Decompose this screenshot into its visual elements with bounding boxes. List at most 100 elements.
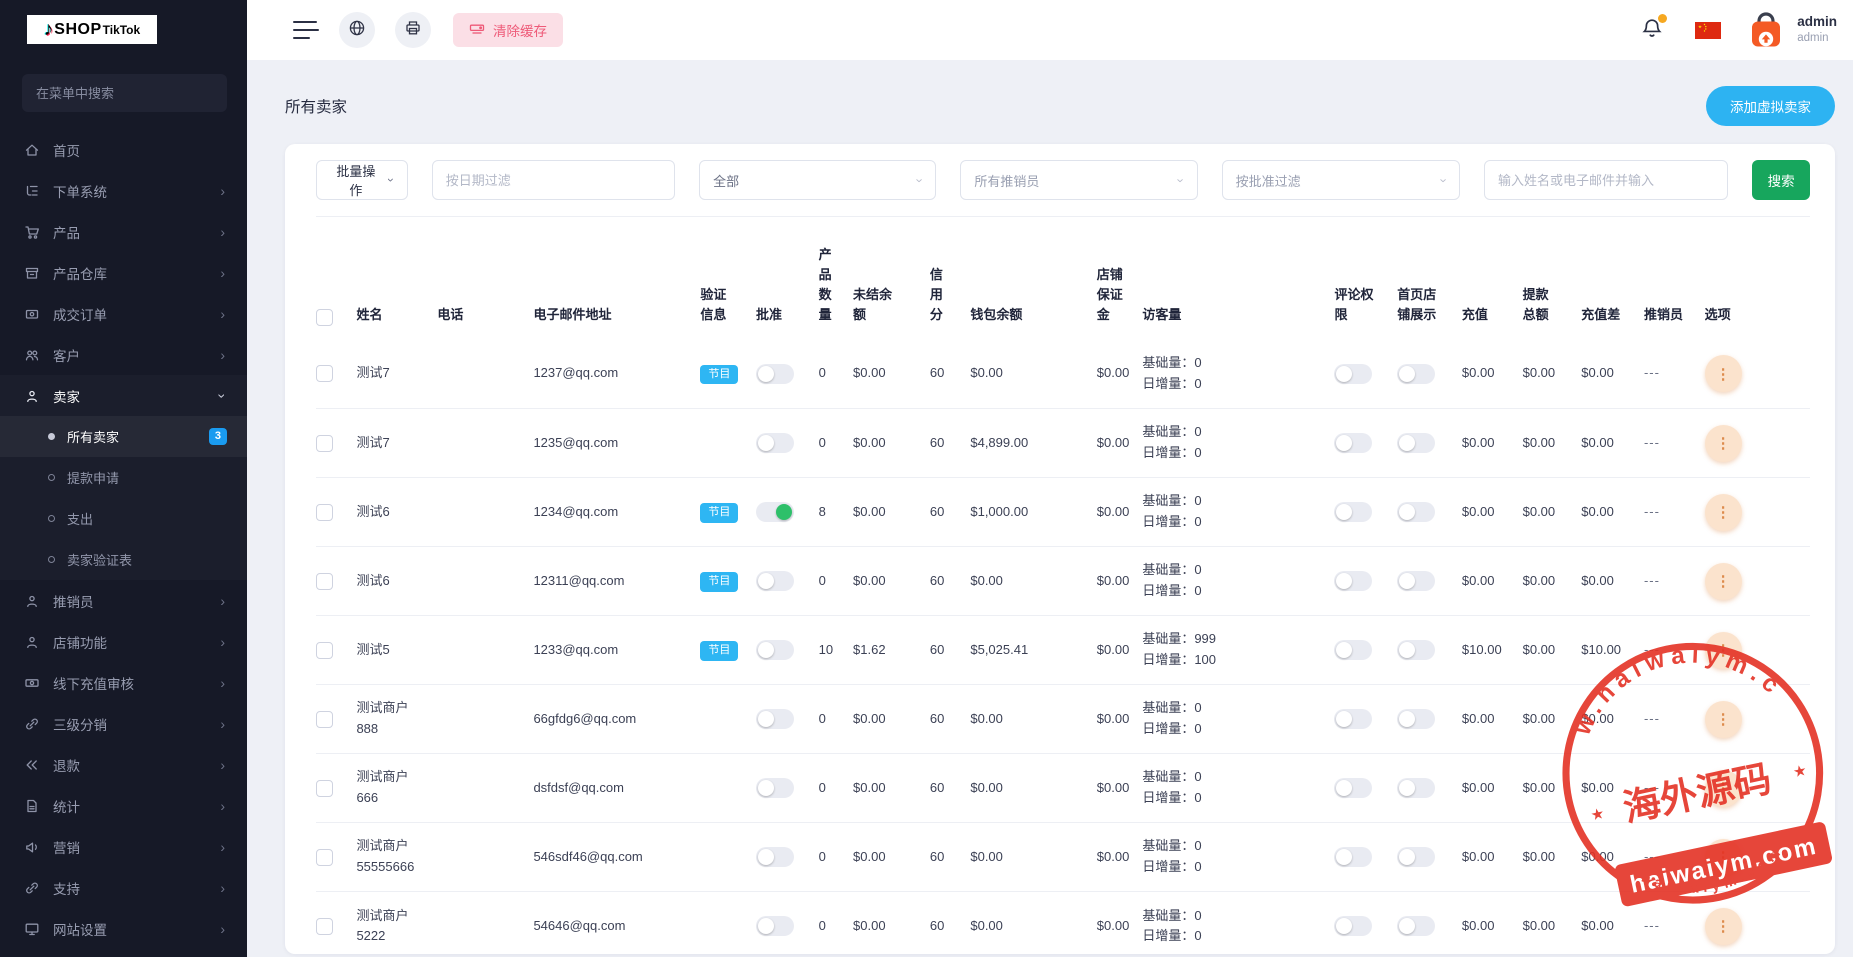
row-checkbox[interactable] xyxy=(316,365,333,382)
bulk-actions-dropdown[interactable]: 批量操作 › xyxy=(316,160,408,200)
row-options-button[interactable]: ⋮ xyxy=(1705,908,1742,945)
homepage-display-toggle[interactable] xyxy=(1397,571,1435,591)
row-options-button[interactable]: ⋮ xyxy=(1705,632,1742,669)
row-checkbox[interactable] xyxy=(316,918,333,935)
sidebar-item-support[interactable]: 支持› xyxy=(0,867,247,908)
row-options-button[interactable]: ⋮ xyxy=(1705,701,1742,738)
add-virtual-seller-button[interactable]: 添加虚拟卖家 xyxy=(1706,86,1835,126)
homepage-display-toggle[interactable] xyxy=(1397,847,1435,867)
review-permission-toggle[interactable] xyxy=(1334,502,1372,522)
product-count-cell: 0 xyxy=(819,340,853,409)
homepage-display-toggle[interactable] xyxy=(1397,502,1435,522)
sidebar-item-order-system[interactable]: 下单系统› xyxy=(0,170,247,211)
sidebar-item-offline-recharge[interactable]: 线下充值审核› xyxy=(0,662,247,703)
name-email-search-input[interactable] xyxy=(1484,160,1728,200)
sidebar-item-marketing[interactable]: 营销› xyxy=(0,826,247,867)
avatar[interactable] xyxy=(1745,9,1787,51)
approval-filter-select[interactable]: 按批准过滤 › xyxy=(1222,160,1460,200)
homepage-display-toggle[interactable] xyxy=(1397,433,1435,453)
row-options-button[interactable]: ⋮ xyxy=(1705,425,1742,462)
row-checkbox[interactable] xyxy=(316,780,333,797)
review-permission-toggle[interactable] xyxy=(1334,640,1372,660)
language-globe-button[interactable] xyxy=(339,12,375,48)
review-permission-toggle[interactable] xyxy=(1334,571,1372,591)
monitor-icon xyxy=(24,921,40,937)
orders-icon xyxy=(24,306,40,322)
approve-toggle[interactable] xyxy=(756,502,794,522)
row-checkbox[interactable] xyxy=(316,711,333,728)
options-cell: ⋮ xyxy=(1705,685,1810,754)
row-checkbox[interactable] xyxy=(316,504,333,521)
recharge-diff-cell: $0.00 xyxy=(1581,754,1644,823)
brand-logo[interactable]: ♪ SHOP TikTok xyxy=(27,15,157,44)
link-icon xyxy=(24,716,40,732)
sidebar-item-site-settings[interactable]: 网站设置› xyxy=(0,908,247,949)
review-permission-toggle[interactable] xyxy=(1334,433,1372,453)
sidebar-item-product[interactable]: 产品› xyxy=(0,211,247,252)
user-menu[interactable]: admin admin xyxy=(1797,14,1837,45)
print-button[interactable] xyxy=(395,12,431,48)
search-button[interactable]: 搜索 xyxy=(1752,160,1810,200)
select-all-checkbox[interactable] xyxy=(316,309,333,326)
approve-toggle[interactable] xyxy=(756,433,794,453)
review-permission-toggle[interactable] xyxy=(1334,916,1372,936)
approve-toggle[interactable] xyxy=(756,847,794,867)
row-options-button[interactable]: ⋮ xyxy=(1705,563,1742,600)
recharge-cell: $0.00 xyxy=(1462,547,1523,616)
notifications-button[interactable] xyxy=(1641,17,1663,44)
name-cell: 测试6 xyxy=(356,547,437,616)
sidebar-item-home[interactable]: 首页 xyxy=(0,129,247,170)
outstanding-balance-cell: $0.00 xyxy=(853,754,930,823)
notification-dot xyxy=(1658,14,1667,23)
wallet-balance-cell: $0.00 xyxy=(970,685,1096,754)
approve-toggle[interactable] xyxy=(756,778,794,798)
row-options-button[interactable]: ⋮ xyxy=(1705,770,1742,807)
column-header xyxy=(316,217,356,340)
sidebar-subitem-withdraw-requests[interactable]: 提款申请 xyxy=(0,457,247,498)
review-permission-toggle[interactable] xyxy=(1334,709,1372,729)
column-header: 充值差 xyxy=(1581,217,1644,340)
homepage-display-toggle[interactable] xyxy=(1397,709,1435,729)
sidebar-subitem-all-sellers[interactable]: 所有卖家3 xyxy=(0,416,247,457)
homepage-display-toggle[interactable] xyxy=(1397,364,1435,384)
row-options-button[interactable]: ⋮ xyxy=(1705,494,1742,531)
menu-toggle-icon[interactable] xyxy=(293,21,319,39)
date-filter-input[interactable] xyxy=(432,160,675,200)
review-permission-toggle[interactable] xyxy=(1334,847,1372,867)
china-flag-icon[interactable] xyxy=(1695,22,1721,39)
sidebar-subitem-seller-verification[interactable]: 卖家验证表 xyxy=(0,539,247,580)
sidebar-item-salesmen[interactable]: 推销员› xyxy=(0,580,247,621)
menu-search-input[interactable] xyxy=(22,74,227,112)
salesman-select[interactable]: 所有推销员 › xyxy=(960,160,1197,200)
review-permission-toggle[interactable] xyxy=(1334,778,1372,798)
approve-toggle[interactable] xyxy=(756,364,794,384)
approve-toggle[interactable] xyxy=(756,571,794,591)
approve-toggle[interactable] xyxy=(756,916,794,936)
user-name: admin xyxy=(1797,14,1837,31)
sidebar-subitem-expenses[interactable]: 支出 xyxy=(0,498,247,539)
sidebar-item-refund[interactable]: 退款› xyxy=(0,744,247,785)
sidebar-item-product-warehouse[interactable]: 产品仓库› xyxy=(0,252,247,293)
row-options-button[interactable]: ⋮ xyxy=(1705,355,1742,392)
homepage-display-toggle[interactable] xyxy=(1397,916,1435,936)
approve-toggle[interactable] xyxy=(756,640,794,660)
status-select[interactable]: 全部 › xyxy=(699,160,936,200)
row-checkbox[interactable] xyxy=(316,435,333,452)
sidebar-item-three-level[interactable]: 三级分销› xyxy=(0,703,247,744)
sidebar-item-shop-features[interactable]: 店铺功能› xyxy=(0,621,247,662)
sidebar-item-customers[interactable]: 客户› xyxy=(0,334,247,375)
homepage-display-toggle[interactable] xyxy=(1397,778,1435,798)
brand-tiktok-text: TikTok xyxy=(103,23,141,37)
clear-cache-button[interactable]: 清除缓存 xyxy=(453,13,563,47)
recharge-cell: $0.00 xyxy=(1462,823,1523,892)
sidebar-item-statistics[interactable]: 统计› xyxy=(0,785,247,826)
sidebar-item-completed-orders[interactable]: 成交订单› xyxy=(0,293,247,334)
row-options-button[interactable]: ⋮ xyxy=(1705,839,1742,876)
row-checkbox[interactable] xyxy=(316,642,333,659)
homepage-display-toggle[interactable] xyxy=(1397,640,1435,660)
approve-toggle[interactable] xyxy=(756,709,794,729)
row-checkbox[interactable] xyxy=(316,573,333,590)
sidebar-item-sellers[interactable]: 卖家› xyxy=(0,375,247,416)
row-checkbox[interactable] xyxy=(316,849,333,866)
review-permission-toggle[interactable] xyxy=(1334,364,1372,384)
